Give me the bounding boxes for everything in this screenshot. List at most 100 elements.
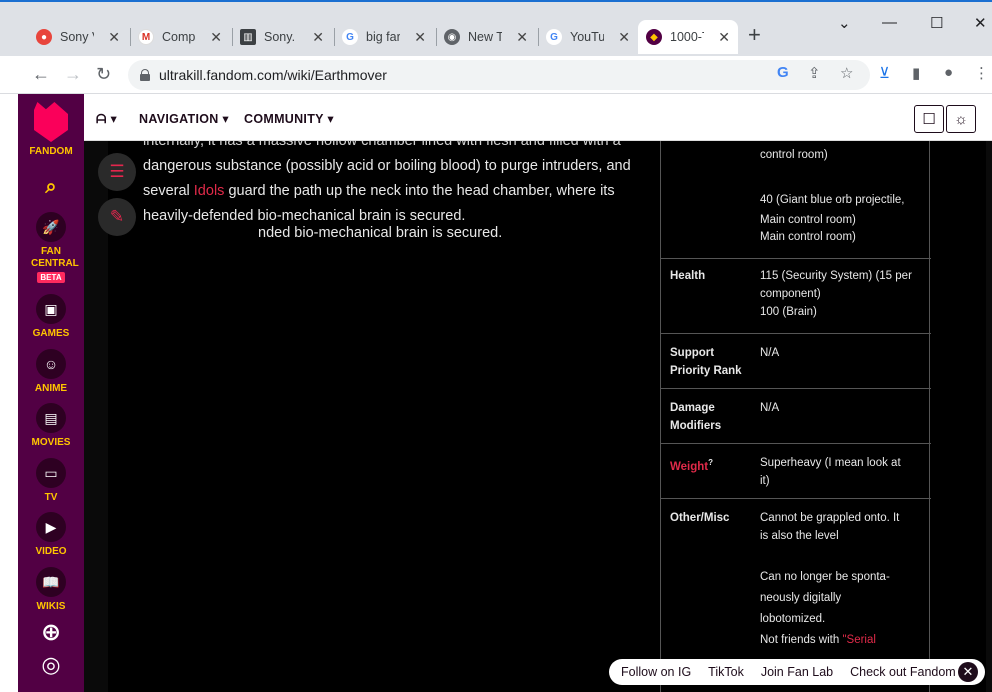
tiktok-link[interactable]: TikTok	[708, 665, 744, 679]
rail-movies[interactable]: ▤ MOVIES	[18, 403, 84, 448]
chrome-icon: ◉	[444, 29, 460, 45]
profile-avatar-icon[interactable]: ●	[944, 64, 953, 81]
download-icon[interactable]: ⊻	[879, 64, 890, 82]
infobox-row-weight: Weight? Superheavy (I mean look at it)	[661, 443, 931, 498]
close-tab-icon[interactable]: ✕	[618, 29, 630, 46]
idols-link[interactable]: Idols	[194, 183, 225, 199]
kebab-menu-icon[interactable]: ⋮	[974, 64, 989, 82]
back-arrow-icon[interactable]: ←	[32, 64, 50, 85]
weight-link[interactable]: Weight?	[670, 454, 713, 476]
value-line: Not friends with "Serial	[760, 630, 925, 651]
footnote-marker[interactable]: ?	[708, 458, 713, 467]
label-text: Weight	[670, 460, 709, 473]
infobox-value: N/A	[760, 402, 780, 414]
fandom-favicon-icon: ◆	[646, 29, 662, 45]
value-line: it)	[760, 475, 770, 487]
tab-label: Sony. V	[264, 30, 298, 44]
community-label: COMMUNITY	[244, 112, 324, 126]
rocket-icon: 🚀	[36, 212, 66, 242]
fandom-social-bar: Follow on IG TikTok Join Fan Lab Check o…	[609, 659, 985, 685]
rail-wikis[interactable]: 📖 WIKIS	[18, 567, 84, 612]
tab-search-dropdown-icon[interactable]: ⌄	[838, 14, 851, 32]
infobox-value: control room)	[760, 149, 828, 161]
tab-new-tab[interactable]: ◉ New Ta ✕	[436, 20, 536, 54]
value-line: component)	[760, 288, 821, 300]
value-line: 115 (Security System) (15 per	[760, 270, 912, 282]
rail-games[interactable]: ▣ GAMES	[18, 294, 84, 339]
tab-google-search[interactable]: G big far ✕	[334, 20, 434, 54]
forward-arrow-icon[interactable]: →	[64, 64, 82, 85]
fandom-heart-icon	[34, 102, 68, 142]
tab-sony-2[interactable]: ▥ Sony. V ✕	[232, 20, 332, 54]
tab-label: Compa	[162, 30, 196, 44]
close-icon[interactable]: ✕	[958, 662, 978, 682]
minimize-button[interactable]: —	[882, 14, 897, 31]
search-icon[interactable]: ⌕	[18, 176, 84, 199]
value-line: Can no longer be sponta-	[760, 571, 890, 583]
side-panel-icon[interactable]: ▮	[912, 64, 920, 82]
tab-label: YouTul	[570, 30, 604, 44]
value-line: lobotomized.	[760, 613, 826, 625]
maximize-button[interactable]: ☐	[930, 14, 943, 32]
close-window-button[interactable]: ✕	[974, 14, 987, 32]
article-line: several Idols guard the path up the neck…	[143, 179, 615, 204]
community-menu[interactable]: COMMUNITY ▾	[244, 111, 334, 126]
add-icon[interactable]: ⊕	[18, 618, 84, 647]
close-tab-icon[interactable]: ✕	[312, 29, 324, 46]
google-icon: G	[546, 29, 562, 45]
article-line: dangerous substance (possibly acid or bo…	[143, 158, 631, 174]
fan-central-label: FAN CENTRAL	[31, 246, 79, 269]
wiki-logo-dropdown[interactable]: ᗩ ▾	[96, 111, 117, 127]
infobox-row-health: Health 115 (Security System) (15 per com…	[661, 258, 931, 333]
edit-pencil-icon[interactable]: ✎	[98, 198, 136, 236]
rail-label: TV	[44, 492, 58, 503]
close-tab-icon[interactable]: ✕	[414, 29, 426, 46]
address-bar[interactable]: ultrakill.fandom.com/wiki/Earthmover	[128, 60, 870, 90]
tab-sony-1[interactable]: ● Sony V ✕	[28, 20, 128, 54]
value-line: Cannot be grappled onto. It	[760, 512, 900, 524]
infobox-label: Damage Modifiers	[670, 399, 721, 435]
share-icon[interactable]: ⇪	[808, 64, 821, 82]
book-icon: 📖	[36, 567, 66, 597]
tab-label: Sony V	[60, 30, 94, 44]
gmail-icon: M	[138, 29, 154, 45]
label-line: Modifiers	[670, 420, 722, 432]
navigation-menu[interactable]: NAVIGATION ▾	[139, 111, 229, 126]
infobox-value: 40 (Giant blue orb projectile,	[760, 194, 905, 206]
infobox-value: Superheavy (I mean look at it)	[760, 454, 925, 490]
tab-youtube[interactable]: G YouTul ✕	[538, 20, 638, 54]
close-tab-icon[interactable]: ✕	[516, 29, 528, 46]
tab-active-fandom[interactable]: ◆ 1000-T ✕	[638, 20, 738, 54]
rail-label: MOVIES	[31, 437, 71, 448]
infobox-value: Main control room)	[760, 214, 856, 226]
follow-ig-link[interactable]: Follow on IG	[621, 665, 691, 679]
reload-icon[interactable]: ↻	[96, 64, 111, 85]
lock-icon	[140, 69, 150, 81]
tab-label: 1000-T	[670, 30, 704, 44]
serial-link[interactable]: "Serial	[842, 634, 875, 646]
toc-list-icon[interactable]: ☰	[98, 153, 136, 191]
close-tab-icon[interactable]: ✕	[210, 29, 222, 46]
value-line: 100 (Brain)	[760, 306, 817, 318]
close-tab-icon[interactable]: ✕	[718, 29, 730, 46]
google-lens-icon[interactable]: G	[777, 64, 789, 81]
rail-tv[interactable]: ▭ TV	[18, 458, 84, 503]
rail-fan-central[interactable]: 🚀 FAN CENTRAL BETA	[18, 212, 84, 283]
infobox-value: N/A	[760, 347, 780, 359]
new-tab-button[interactable]: +	[748, 22, 761, 48]
building-icon: ▥	[240, 29, 256, 45]
join-fan-lab-link[interactable]: Join Fan Lab	[761, 665, 833, 679]
rail-video[interactable]: ▶ VIDEO	[18, 512, 84, 557]
bookmark-star-icon[interactable]: ☆	[840, 64, 853, 82]
article-line-duplicate: nded bio-mechanical brain is secured.	[258, 225, 503, 241]
beta-badge: BETA	[37, 272, 65, 283]
close-tab-icon[interactable]: ✕	[108, 29, 120, 46]
fandom-logo[interactable]: FANDOM	[18, 102, 84, 157]
user-profile-icon[interactable]: ◎	[18, 652, 84, 678]
tab-gmail[interactable]: M Compa ✕	[130, 20, 230, 54]
discussions-icon[interactable]: ☐	[914, 105, 944, 133]
theme-toggle-sun-icon[interactable]: ☼	[946, 105, 976, 133]
rail-anime[interactable]: ☺ ANIME	[18, 349, 84, 394]
check-out-fandom-link[interactable]: Check out Fandom	[850, 665, 956, 679]
